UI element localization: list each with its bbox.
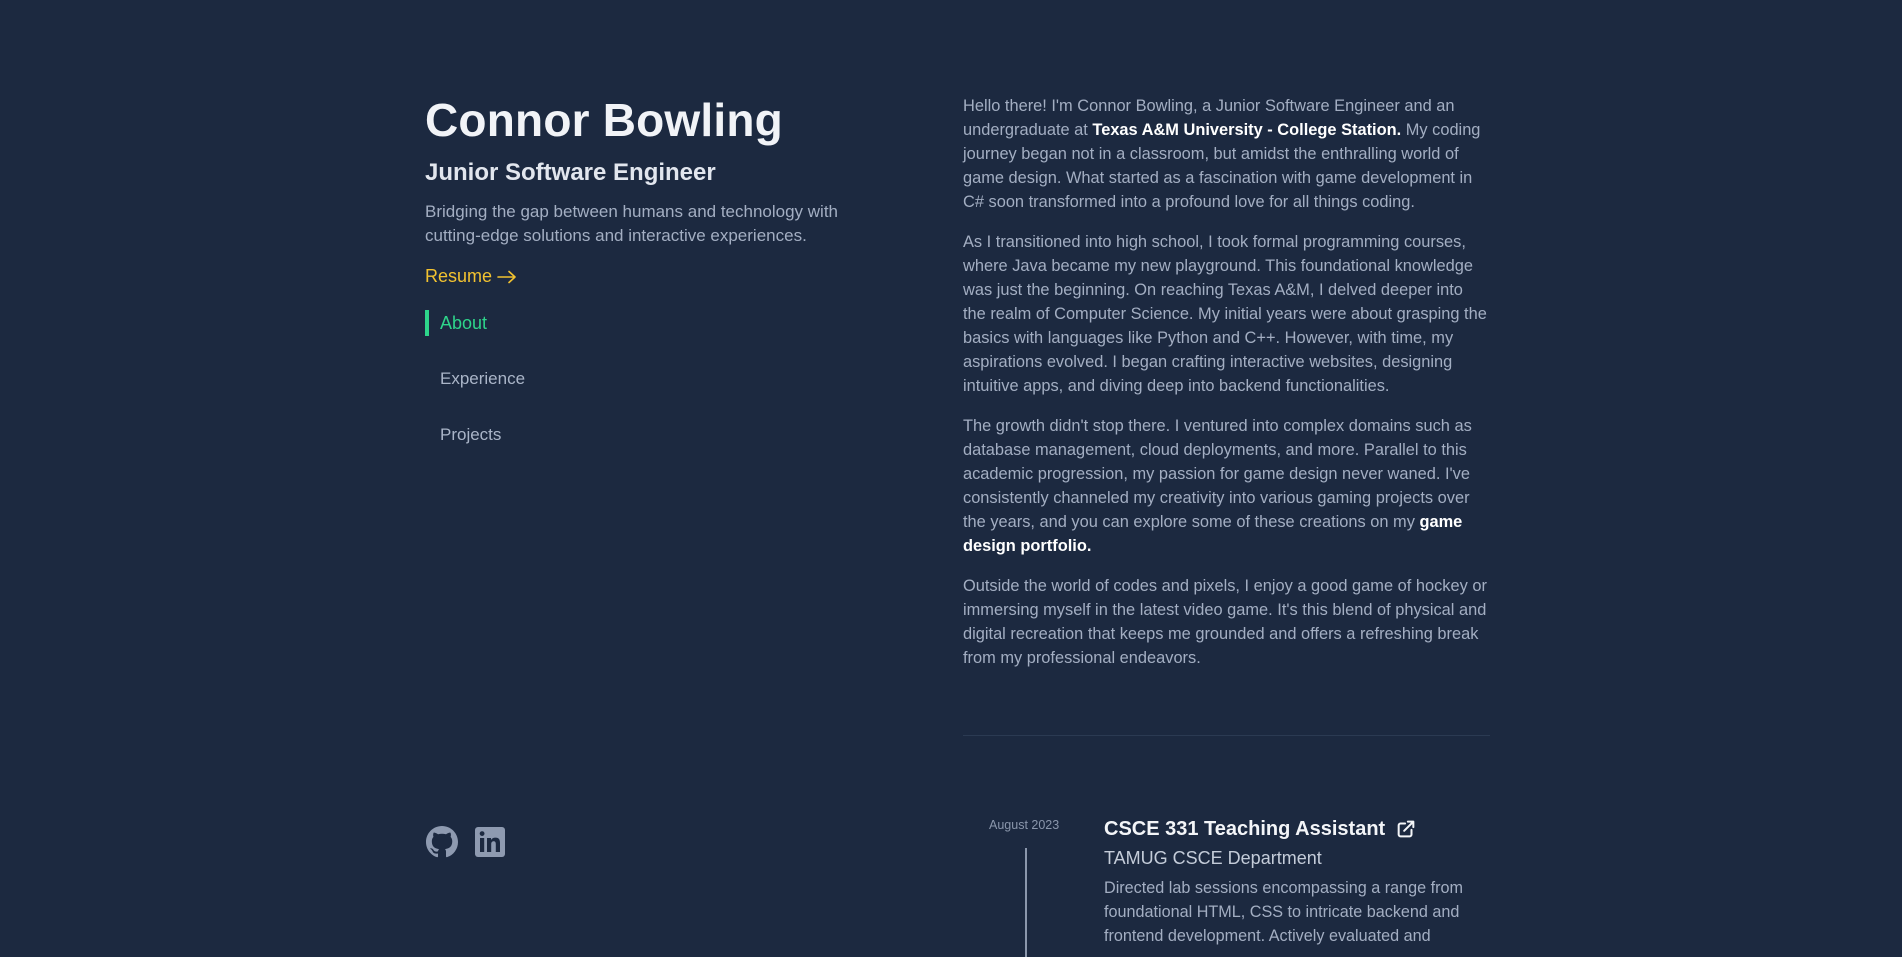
nav-item-projects[interactable]: Projects xyxy=(425,421,865,449)
section-nav: About Experience Projects xyxy=(425,309,865,449)
profile-role: Junior Software Engineer xyxy=(425,159,716,186)
github-icon[interactable] xyxy=(426,826,458,858)
experience-date: August 2023 xyxy=(989,818,1060,832)
arrow-right-icon xyxy=(497,270,516,283)
profile-panel: Connor Bowling Junior Software Engineer … xyxy=(425,92,865,477)
about-section: Hello there! I'm Connor Bowling, a Junio… xyxy=(963,94,1490,686)
experience-body: CSCE 331 Teaching Assistant TAMUG CSCE D… xyxy=(1104,816,1490,948)
nav-item-about[interactable]: About xyxy=(425,309,865,337)
external-link-icon[interactable] xyxy=(1395,818,1417,840)
about-paragraph: The growth didn't stop there. I ventured… xyxy=(963,417,1472,555)
about-paragraph: As I transitioned into high school, I to… xyxy=(963,233,1487,395)
nav-item-experience[interactable]: Experience xyxy=(425,365,865,393)
social-links xyxy=(426,826,506,858)
profile-tagline: Bridging the gap between humans and tech… xyxy=(425,202,839,245)
experience-description: Directed lab sessions encompassing a ran… xyxy=(1104,879,1464,945)
resume-link[interactable]: Resume xyxy=(425,266,518,287)
about-paragraph: Hello there! I'm Connor Bowling, a Junio… xyxy=(963,97,1481,211)
active-indicator xyxy=(425,310,429,336)
timeline-line xyxy=(1025,848,1027,957)
about-paragraph: Outside the world of codes and pixels, I… xyxy=(963,577,1487,667)
profile-name: Connor Bowling xyxy=(425,94,783,146)
nav-item-label: Projects xyxy=(440,425,502,444)
nav-item-label: About xyxy=(440,312,488,333)
experience-org: TAMUG CSCE Department xyxy=(1104,848,1322,868)
section-divider xyxy=(963,735,1490,736)
experience-title[interactable]: CSCE 331 Teaching Assistant xyxy=(1104,816,1490,842)
university-link[interactable]: Texas A&M University - College Station. xyxy=(1092,121,1401,139)
resume-label: Resume xyxy=(425,266,493,286)
linkedin-icon[interactable] xyxy=(474,826,506,858)
nav-item-label: Experience xyxy=(440,369,526,388)
